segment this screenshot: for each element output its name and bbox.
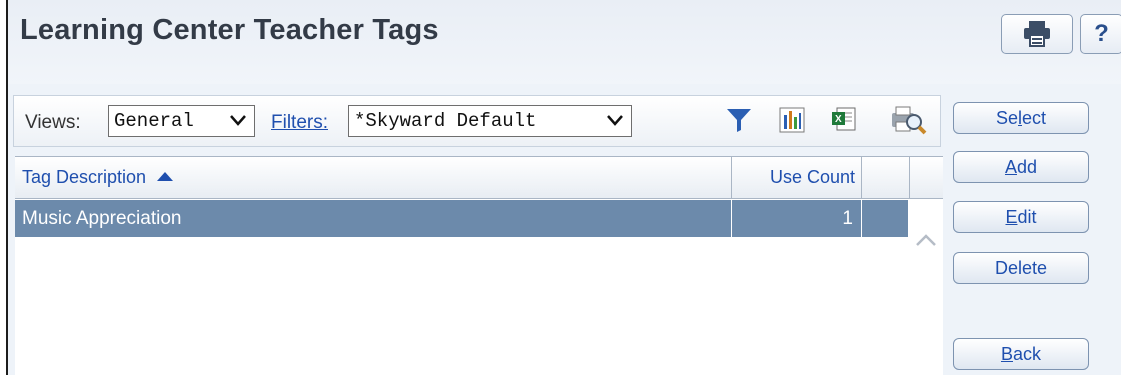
delete-button[interactable]: Delete <box>953 252 1089 284</box>
column-header-label: Use Count <box>769 167 855 187</box>
column-header-spacer <box>862 157 910 199</box>
add-button[interactable]: Add <box>953 151 1089 183</box>
grid-header: Tag Description Use Count <box>15 156 943 199</box>
back-button[interactable]: Back <box>953 338 1089 370</box>
column-header-use-count[interactable]: Use Count <box>732 157 862 199</box>
vertical-scrollbar[interactable] <box>910 199 943 375</box>
print-preview-button[interactable] <box>887 104 931 136</box>
header-actions: ? <box>1001 14 1121 54</box>
page-title: Learning Center Teacher Tags <box>20 14 439 46</box>
help-button[interactable]: ? <box>1080 14 1121 54</box>
button-label-part: ect <box>1022 108 1047 128</box>
chevron-down-icon <box>230 115 246 126</box>
views-value: General <box>114 110 194 132</box>
cell-use-count: 1 <box>732 200 862 237</box>
chart-icon <box>779 107 805 133</box>
filters-link[interactable]: Filters: <box>271 112 328 134</box>
button-label-part: ack <box>1013 344 1042 364</box>
chart-button[interactable] <box>777 104 807 136</box>
cell-tag-description: Music Appreciation <box>15 200 732 237</box>
print-preview-icon <box>892 106 927 135</box>
scroll-up-icon[interactable] <box>915 233 937 247</box>
button-label-part: Se <box>995 108 1018 128</box>
chevron-down-icon <box>607 115 623 126</box>
button-label-part: dd <box>1016 157 1038 177</box>
column-header-tag-description[interactable]: Tag Description <box>15 157 732 199</box>
button-access-key: A <box>1004 157 1017 177</box>
print-button[interactable] <box>1001 14 1073 54</box>
grid-toolbar: Views: General Filters: *Skyward Default <box>13 95 941 147</box>
edit-button[interactable]: Edit <box>953 201 1089 233</box>
button-access-key: E <box>1005 207 1018 227</box>
filters-select[interactable]: *Skyward Default <box>348 105 632 137</box>
excel-export-button[interactable]: X <box>829 104 859 136</box>
button-access-key: B <box>1000 344 1013 364</box>
filter-button[interactable] <box>724 104 754 136</box>
select-button[interactable]: Select <box>953 102 1089 134</box>
filter-icon <box>727 109 751 132</box>
print-icon <box>1024 21 1050 47</box>
scrollbar-header <box>910 157 943 199</box>
button-label: Delete <box>994 258 1048 278</box>
excel-export-icon: X <box>832 107 856 131</box>
svg-text:X: X <box>835 114 842 125</box>
views-select[interactable]: General <box>108 105 255 137</box>
column-header-label: Tag Description <box>22 167 147 187</box>
filters-value: *Skyward Default <box>354 110 537 132</box>
tags-grid: Tag Description Use Count Music Apprecia… <box>15 156 943 375</box>
title-bar: Learning Center Teacher Tags ? <box>8 0 1121 84</box>
help-icon: ? <box>1094 20 1109 47</box>
button-label-part: dit <box>1017 207 1037 227</box>
sort-ascending-icon <box>157 172 174 181</box>
views-label: Views: <box>25 112 81 133</box>
table-row-selected[interactable]: Music Appreciation 1 <box>15 200 908 237</box>
